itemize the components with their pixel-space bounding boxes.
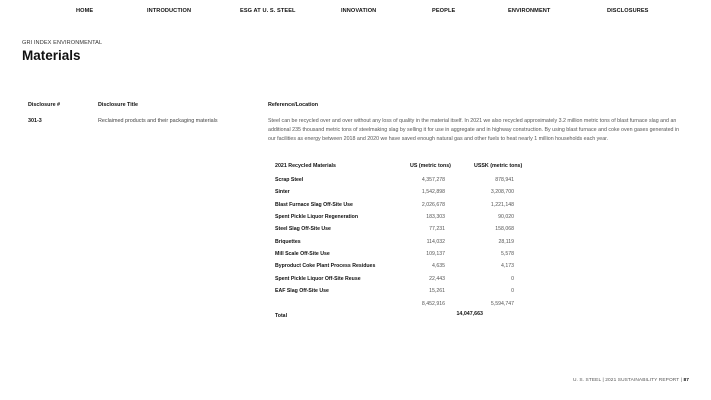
recycled-row-name: Spent Pickle Liquor Regeneration xyxy=(275,214,359,221)
recycled-row-us-value: 22,443 xyxy=(429,275,445,282)
page-number: 87 xyxy=(683,378,689,383)
recycled-row-ussk-value: 158,068 xyxy=(495,226,514,233)
recycled-row-us-value: 77,231 xyxy=(429,226,445,233)
footer-text: U. S. STEEL | 2021 SUSTAINABILITY REPORT… xyxy=(572,378,683,383)
disclosure-code: 301-3 xyxy=(28,118,42,124)
nav-item-disclosures[interactable]: DISCLOSURES xyxy=(607,8,649,14)
recycled-row-name: Blast Furnace Slag Off-Site Use xyxy=(275,201,353,208)
recycled-row-us-value: 1,542,898 xyxy=(421,189,445,196)
recycled-col-head-ussk: USSK (metric tons) xyxy=(474,163,523,169)
col-head-disclosure-title: Disclosure Title xyxy=(98,102,139,108)
col-head-reference: Reference/Location xyxy=(268,102,319,108)
recycled-row-us-value: 183,303 xyxy=(426,214,445,221)
recycled-row-name: Mill Scale Off-Site Use xyxy=(275,251,330,258)
recycled-col-head-us: US (metric tons) xyxy=(410,163,451,169)
footer: U. S. STEEL | 2021 SUSTAINABILITY REPORT… xyxy=(573,378,689,383)
recycled-col-head-material: 2021 Recycled Materials xyxy=(275,163,336,169)
total-label: Total xyxy=(275,313,288,319)
page-title: Materials xyxy=(22,48,81,63)
recycled-row-ussk-value: 3,208,700 xyxy=(490,189,514,196)
recycled-row-us-value: 4,357,278 xyxy=(421,177,445,183)
recycled-row-ussk-value: 0 xyxy=(511,275,514,282)
total-value: 14,047,663 xyxy=(456,311,483,317)
recycled-row-name: Sinter xyxy=(275,189,290,196)
recycled-row-ussk-value: 90,020 xyxy=(498,214,514,221)
recycled-row-ussk-value: 4,173 xyxy=(501,263,514,270)
recycled-row-name: Steel Slag Off-Site Use xyxy=(275,226,331,233)
recycled-row-ussk-value: 0 xyxy=(511,288,514,295)
recycled-row-ussk-value: 878,941 xyxy=(495,177,514,183)
recycled-row-ussk-value: 5,578 xyxy=(501,251,514,258)
nav-item-innovation[interactable]: INNOVATION xyxy=(341,8,376,14)
recycled-row-ussk-value: 28,119 xyxy=(498,238,514,245)
recycled-row-us-value: 114,032 xyxy=(426,238,445,245)
recycled-row-name: EAF Slag Off-Site Use xyxy=(275,288,329,295)
nav-item-people[interactable]: PEOPLE xyxy=(432,8,455,14)
reference-paragraph: Steel can be recycled over and over with… xyxy=(268,118,680,142)
recycled-row-us-value: 2,026,678 xyxy=(421,201,445,208)
disclosure-title: Reclaimed products and their packaging m… xyxy=(98,118,218,124)
recycled-row-us-value: 109,137 xyxy=(426,251,445,258)
nav-item-home[interactable]: HOME xyxy=(76,8,93,14)
top-nav: HOME INTRODUCTION ESG AT U. S. STEEL INN… xyxy=(0,8,711,18)
col-head-disclosure-number: Disclosure # xyxy=(28,102,61,108)
recycled-row-ussk-value: 5,594,747 xyxy=(490,300,514,307)
nav-item-introduction[interactable]: INTRODUCTION xyxy=(147,8,191,14)
nav-item-environment[interactable]: ENVIRONMENT xyxy=(508,8,550,14)
recycled-row-name: Byproduct Coke Plant Process Residues xyxy=(275,263,376,270)
recycled-row-us-value: 4,635 xyxy=(432,263,445,270)
nav-item-esg[interactable]: ESG AT U. S. STEEL xyxy=(240,8,296,14)
section-label: GRI INDEX ENVIRONMENTAL xyxy=(22,40,103,46)
recycled-row-name: Spent Pickle Liquor Off-Site Reuse xyxy=(275,275,361,282)
recycled-row-us-value: 15,261 xyxy=(429,288,445,295)
recycled-row-ussk-value: 1,221,148 xyxy=(490,201,514,208)
recycled-row-us-value: 8,452,916 xyxy=(421,300,445,307)
recycled-row-name: Scrap Steel xyxy=(275,177,304,183)
recycled-row-name: Briquettes xyxy=(275,238,301,245)
